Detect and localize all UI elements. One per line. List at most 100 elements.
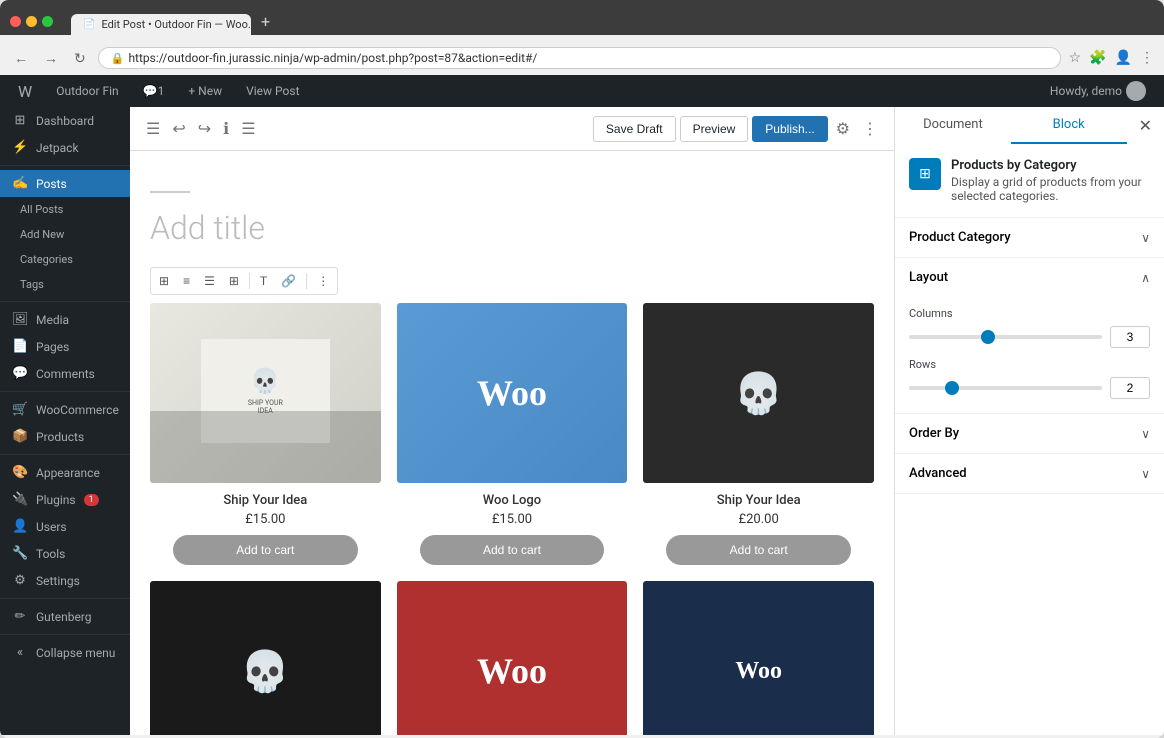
hoodie-skull-icon: 💀 — [240, 648, 290, 695]
order-by-header[interactable]: Order By ∨ — [895, 414, 1164, 453]
text-button[interactable]: T — [254, 270, 273, 292]
section-label: Layout — [909, 270, 948, 285]
add-to-cart-button[interactable]: Add to cart — [420, 535, 605, 565]
panel-close-button[interactable]: ✕ — [1127, 108, 1164, 144]
undo-button[interactable]: ↩ — [168, 115, 189, 143]
link-button[interactable]: 🔗 — [275, 270, 302, 292]
collapse-icon: « — [12, 645, 28, 660]
sidebar-item-add-new[interactable]: Add New — [0, 222, 130, 247]
sidebar-item-categories[interactable]: Categories — [0, 247, 130, 272]
user-avatar — [1126, 81, 1146, 101]
user-menu[interactable]: Howdy, demo — [1042, 75, 1154, 107]
sidebar-item-label: Pages — [36, 340, 69, 354]
product-image-bg: 💀 — [150, 581, 381, 735]
sidebar-item-appearance[interactable]: 🎨 Appearance — [0, 459, 130, 486]
product-price: £15.00 — [397, 512, 628, 527]
toggle-sidebar-button[interactable]: ☰ — [142, 115, 164, 143]
sidebar-item-label: Categories — [20, 253, 73, 266]
new-content-button[interactable]: + New — [180, 75, 230, 107]
sidebar-item-users[interactable]: 👤 Users — [0, 513, 130, 540]
product-card: Woo Woo Logo £35.00 Add to cart — [643, 581, 874, 735]
align-center-button[interactable]: ☰ — [198, 270, 221, 292]
jetpack-icon: ⚡ — [12, 140, 28, 155]
product-name: Woo Logo — [397, 493, 628, 508]
columns-control — [909, 326, 1150, 348]
new-tab-button[interactable]: + — [253, 8, 278, 35]
sidebar-item-collapse[interactable]: « Collapse menu — [0, 639, 130, 666]
bookmark-icon[interactable]: ☆ — [1069, 50, 1082, 66]
sidebar-item-products[interactable]: 📦 Products — [0, 423, 130, 450]
columns-label: Columns — [909, 307, 1150, 320]
rows-input[interactable] — [1110, 377, 1150, 399]
tab-document[interactable]: Document — [895, 107, 1011, 144]
sidebar-item-settings[interactable]: ⚙ Settings — [0, 567, 130, 594]
active-tab[interactable]: 📄 Edit Post • Outdoor Fin — Woo... ✕ — [71, 14, 251, 35]
sidebar-item-posts[interactable]: ✍ Posts — [0, 170, 130, 197]
products-grid: 💀 SHIP YOURIDEA Ship Your Idea £15.00 Ad… — [150, 303, 874, 735]
sidebar: ⊞ Dashboard ⚡ Jetpack ✍ Posts All Posts — [0, 107, 130, 735]
info-button[interactable]: ℹ — [219, 115, 233, 143]
rows-slider[interactable] — [909, 386, 1102, 390]
forward-button[interactable]: → — [40, 48, 62, 68]
dashboard-icon: ⊞ — [12, 113, 28, 128]
columns-input[interactable] — [1110, 326, 1150, 348]
address-bar[interactable]: 🔒 https://outdoor-fin.jurassic.ninja/wp-… — [98, 47, 1061, 69]
sidebar-item-pages[interactable]: 📄 Pages — [0, 333, 130, 360]
toolbar-separator — [249, 273, 250, 289]
sidebar-item-tools[interactable]: 🔧 Tools — [0, 540, 130, 567]
ssl-lock-icon: 🔒 — [111, 52, 125, 65]
columns-slider[interactable] — [909, 335, 1102, 339]
close-window-button[interactable] — [10, 16, 21, 27]
save-draft-button[interactable]: Save Draft — [593, 116, 676, 142]
more-options-icon[interactable]: ⋮ — [1140, 50, 1154, 66]
sidebar-item-all-posts[interactable]: All Posts — [0, 197, 130, 222]
chevron-down-icon: ∨ — [1141, 467, 1150, 481]
block-settings-button[interactable]: ⊞ — [223, 270, 245, 292]
posts-icon: ✍ — [12, 176, 28, 191]
section-label: Order By — [909, 426, 959, 441]
block-icon-symbol: ⊞ — [919, 166, 931, 182]
site-name-link[interactable]: Outdoor Fin — [48, 75, 126, 107]
sidebar-item-label: Media — [36, 313, 69, 327]
maximize-window-button[interactable] — [42, 16, 53, 27]
more-options-button[interactable]: ⋮ — [311, 270, 335, 292]
redo-button[interactable]: ↪ — [194, 115, 215, 143]
user-account-icon[interactable]: 👤 — [1115, 50, 1132, 66]
add-to-cart-button[interactable]: Add to cart — [666, 535, 851, 565]
sidebar-item-comments[interactable]: 💬 Comments — [0, 360, 130, 387]
refresh-button[interactable]: ↻ — [70, 48, 90, 69]
add-to-cart-button[interactable]: Add to cart — [173, 535, 358, 565]
sidebar-item-label: Gutenberg — [36, 610, 92, 624]
back-button[interactable]: ← — [10, 48, 32, 68]
advanced-header[interactable]: Advanced ∨ — [895, 454, 1164, 493]
sidebar-item-dashboard[interactable]: ⊞ Dashboard — [0, 107, 130, 134]
extensions-icon[interactable]: 🧩 — [1089, 50, 1106, 66]
address-bar-row: ← → ↻ 🔒 https://outdoor-fin.jurassic.nin… — [0, 41, 1164, 75]
sidebar-item-woocommerce[interactable]: 🛒 WooCommerce — [0, 396, 130, 423]
settings-toggle-button[interactable]: ⚙ — [832, 115, 854, 143]
preview-button[interactable]: Preview — [680, 116, 749, 142]
publish-button[interactable]: Publish... — [752, 116, 827, 142]
sidebar-item-jetpack[interactable]: ⚡ Jetpack — [0, 134, 130, 161]
wp-logo[interactable]: W — [10, 75, 40, 107]
sidebar-item-gutenberg[interactable]: ✏ Gutenberg — [0, 603, 130, 630]
product-category-header[interactable]: Product Category ∨ — [895, 218, 1164, 257]
more-tools-button[interactable]: ⋮ — [858, 115, 882, 143]
layout-header[interactable]: Layout ∧ — [895, 258, 1164, 297]
window-controls — [10, 16, 53, 27]
sidebar-item-tags[interactable]: Tags — [0, 272, 130, 297]
block-type-button[interactable]: ⊞ — [153, 270, 175, 292]
sidebar-item-media[interactable]: 🖼 Media — [0, 306, 130, 333]
pages-icon: 📄 — [12, 339, 28, 354]
post-title-input[interactable]: Add title — [150, 209, 874, 247]
sidebar-item-plugins[interactable]: 🔌 Plugins 1 — [0, 486, 130, 513]
block-description: Display a grid of products from your sel… — [951, 175, 1150, 203]
view-post-link[interactable]: View Post — [238, 75, 307, 107]
block-toolbar: ⊞ ≡ ☰ ⊞ T 🔗 ⋮ — [150, 267, 338, 295]
list-view-button[interactable]: ☰ — [237, 115, 259, 143]
tab-block[interactable]: Block — [1011, 107, 1127, 144]
align-left-button[interactable]: ≡ — [177, 270, 196, 292]
minimize-window-button[interactable] — [26, 16, 37, 27]
comments-link[interactable]: 💬 1 — [135, 75, 173, 107]
sidebar-item-label: Plugins — [36, 493, 76, 507]
